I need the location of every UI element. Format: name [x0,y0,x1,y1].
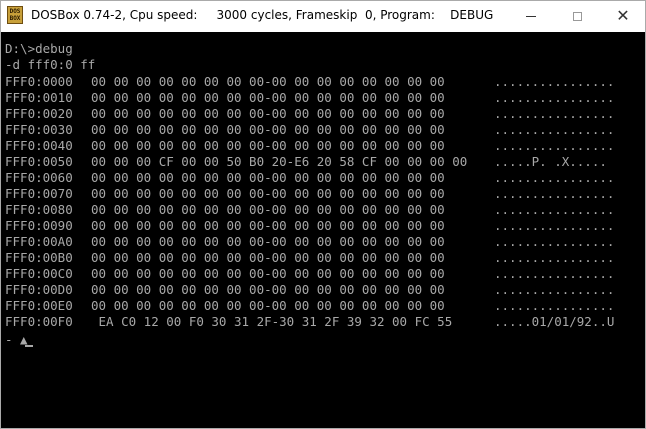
dump-hex-bytes: 00 00 00 CF 00 00 50 B0 20-E6 20 58 CF 0… [91,154,468,169]
dump-hex-bytes: 00 00 00 00 00 00 00 00-00 00 00 00 00 0… [91,186,445,201]
minimize-icon [526,15,536,17]
dump-ascii: ................ [494,250,615,265]
dump-hex-bytes: 00 00 00 00 00 00 00 00-00 00 00 00 00 0… [91,122,445,137]
dump-address: FFF0:0020 [5,106,73,121]
dos-console[interactable]: D:\>debug -d fff0:0 ff FFF0:0000 00 00 00… [1,32,645,428]
dump-hex-bytes: 00 00 00 00 00 00 00 00-00 00 00 00 00 0… [91,282,445,297]
dump-hex-bytes: 00 00 00 00 00 00 00 00-00 00 00 00 00 0… [91,202,445,217]
dump-hex-bytes: 00 00 00 00 00 00 00 00-00 00 00 00 00 0… [91,234,445,249]
dump-address: FFF0:0060 [5,170,73,185]
dump-address: FFF0:00D0 [5,282,73,297]
dump-hex-bytes: 00 00 00 00 00 00 00 00-00 00 00 00 00 0… [91,218,445,233]
dump-ascii: ................ [494,298,615,313]
maximize-icon [572,11,582,21]
dump-ascii: ................ [494,90,615,105]
maximize-button[interactable] [554,1,600,31]
dump-hex-bytes: 00 00 00 00 00 00 00 00-00 00 00 00 00 0… [91,90,445,105]
dump-ascii: ................ [494,282,615,297]
dump-hex-bytes: EA C0 12 00 F0 30 31 2F-30 31 2F 39 32 0… [91,314,453,329]
dump-ascii: ................ [494,74,615,89]
minimize-button[interactable] [508,1,554,31]
dump-address: FFF0:00E0 [5,298,73,313]
dump-hex-bytes: 00 00 00 00 00 00 00 00-00 00 00 00 00 0… [91,298,445,313]
dump-address: FFF0:0080 [5,202,73,217]
dump-hex-bytes: 00 00 00 00 00 00 00 00-00 00 00 00 00 0… [91,106,445,121]
dump-address: FFF0:0050 [5,154,73,169]
dump-ascii: ................ [494,234,615,249]
dump-hex-bytes: 00 00 00 00 00 00 00 00-00 00 00 00 00 0… [91,170,445,185]
dump-hex-bytes: 00 00 00 00 00 00 00 00-00 00 00 00 00 0… [91,266,445,281]
dump-address: FFF0:0000 [5,74,73,89]
dump-address: FFF0:0010 [5,90,73,105]
dump-ascii: ................ [494,266,615,281]
text-cursor [25,345,33,347]
dump-ascii: ................ [494,218,615,233]
dump-ascii: ................ [494,138,615,153]
dump-address: FFF0:00B0 [5,250,73,265]
dump-hex-bytes: 00 00 00 00 00 00 00 00-00 00 00 00 00 0… [91,74,445,89]
dump-hex-bytes: 00 00 00 00 00 00 00 00-00 00 00 00 00 0… [91,250,445,265]
dump-address: FFF0:0040 [5,138,73,153]
close-button[interactable]: ✕ [600,1,646,31]
dump-address: FFF0:0090 [5,218,73,233]
dump-ascii: ................ [494,106,615,121]
close-icon: ✕ [616,6,630,25]
dosbox-app-icon[interactable]: DOS BOX [7,6,23,24]
dump-address: FFF0:00F0 [5,314,73,329]
dump-ascii: .....01/01/92..U [494,314,615,329]
title-bar[interactable]: DOS BOX DOSBox 0.74-2, Cpu speed: 3000 c… [1,1,645,31]
dump-ascii: .....P. .X..... [494,154,607,169]
dump-address: FFF0:0030 [5,122,73,137]
dump-ascii: ................ [494,202,615,217]
dump-ascii: ................ [494,186,615,201]
dump-hex-bytes: 00 00 00 00 00 00 00 00-00 00 00 00 00 0… [91,138,445,153]
dump-address: FFF0:00A0 [5,234,73,249]
window-title: DOSBox 0.74-2, Cpu speed: 3000 cycles, F… [31,8,494,22]
command-line: -d fff0:0 ff [5,57,96,72]
dump-ascii: ................ [494,122,615,137]
dump-address: FFF0:0070 [5,186,73,201]
dump-address: FFF0:00C0 [5,266,73,281]
prompt-line: D:\>debug [5,41,73,56]
dosbox-window: DOS BOX DOSBox 0.74-2, Cpu speed: 3000 c… [0,0,646,429]
dump-ascii: ................ [494,170,615,185]
